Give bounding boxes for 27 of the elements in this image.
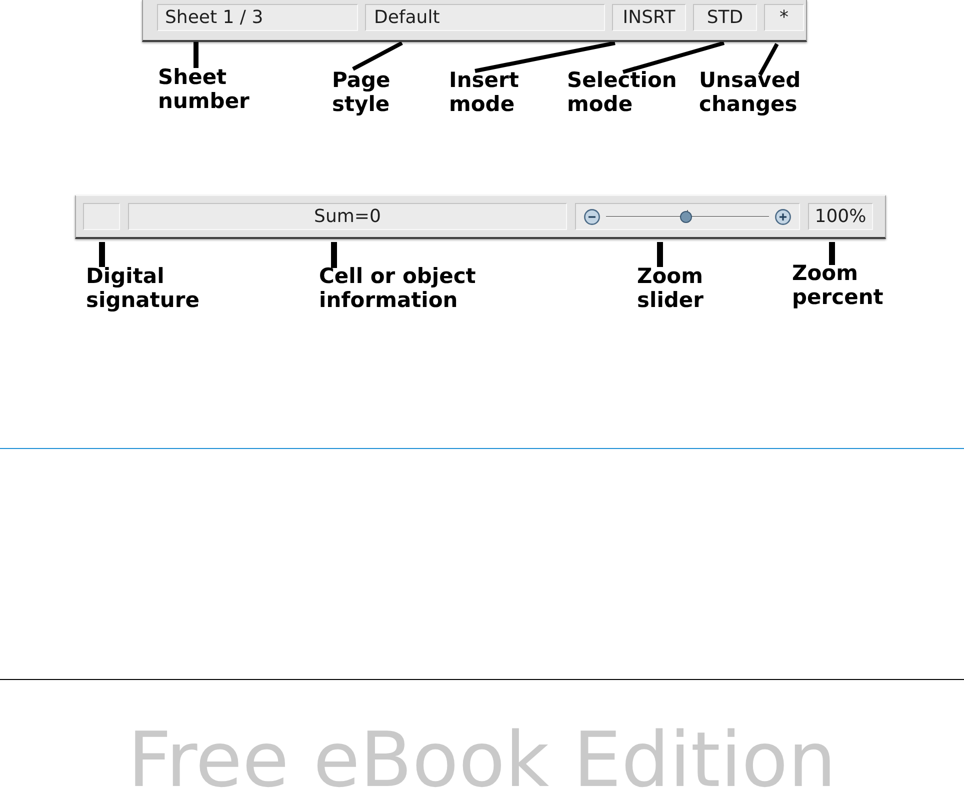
callout-label: Selection mode [567, 68, 677, 116]
callout-label: Digital signature [86, 264, 200, 312]
callout-label: Zoom percent [792, 261, 884, 309]
leader-line [99, 242, 105, 267]
callout-label: Cell or object information [319, 264, 476, 312]
callout-label: Insert mode [449, 68, 519, 116]
zoom-out-icon[interactable] [584, 208, 600, 224]
leader-line [352, 42, 403, 71]
leader-line [829, 242, 835, 265]
status-bar-field: Sum=0 [128, 203, 567, 230]
status-bar-field: STD [693, 4, 757, 31]
status-bar-field: 100% [808, 203, 873, 230]
slider-thumb[interactable] [680, 210, 692, 222]
callout-label: Page style [332, 68, 390, 116]
leader-line [331, 242, 337, 268]
status-bar-field: Sheet 1 / 3 [157, 4, 358, 31]
status-bar-field: * [764, 4, 804, 31]
callout-label: Zoom slider [637, 264, 704, 312]
callout-label: Unsaved changes [699, 68, 801, 116]
leader-line [194, 42, 198, 68]
slider-track[interactable] [606, 210, 769, 224]
status-bar-field: INSRT [612, 4, 686, 31]
status-bar-field: Default [365, 4, 605, 31]
callout-label: Sheet number [158, 65, 250, 113]
status-bar-field [83, 203, 120, 230]
leader-line [657, 242, 663, 267]
zoom-in-icon[interactable] [775, 208, 791, 224]
